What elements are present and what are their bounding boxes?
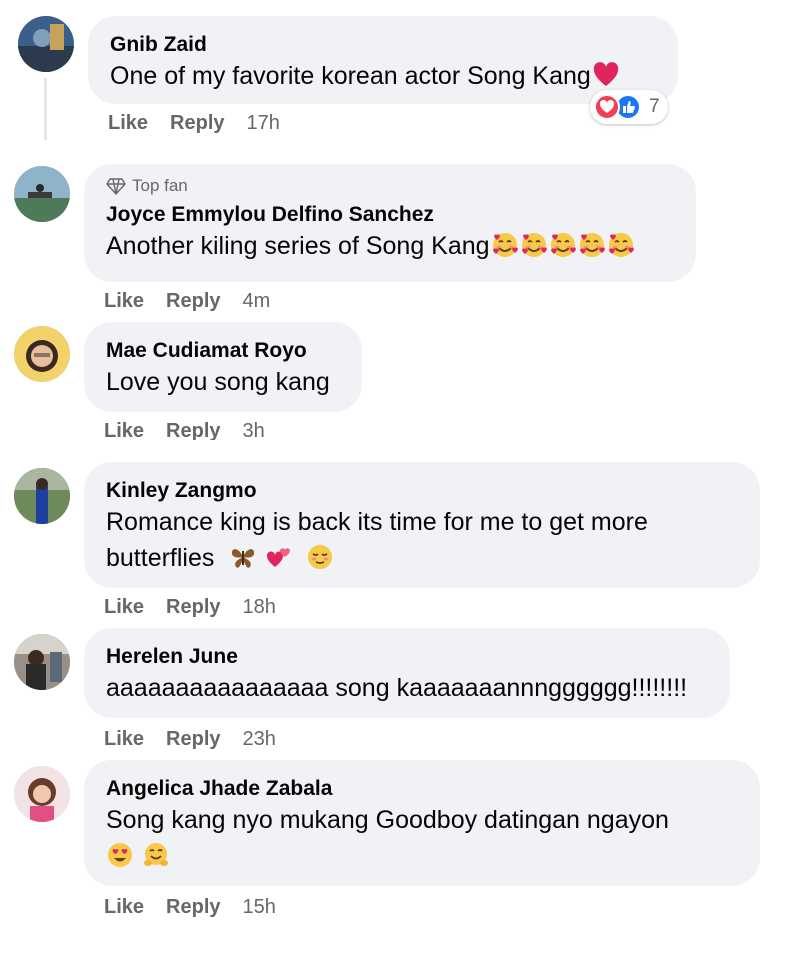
comment-timestamp[interactable]: 23h bbox=[243, 728, 276, 751]
avatar[interactable] bbox=[18, 16, 74, 72]
reply-button[interactable]: Reply bbox=[166, 420, 220, 440]
comment-bubble: Angelica Jhade Zabala Song kang nyo muka… bbox=[84, 760, 760, 886]
relieved-face-icon bbox=[308, 545, 333, 569]
comment-author[interactable]: Joyce Emmylou Delfino Sanchez bbox=[106, 202, 674, 228]
like-button[interactable]: Like bbox=[108, 112, 148, 135]
top-fan-badge: Top fan bbox=[106, 176, 674, 196]
diamond-icon bbox=[106, 178, 126, 196]
hugging-face-icon bbox=[143, 843, 168, 866]
thread-line bbox=[44, 78, 47, 140]
butterfly-icon bbox=[232, 549, 255, 568]
smiling-face-with-hearts-icon bbox=[549, 231, 577, 259]
love-icon bbox=[594, 94, 620, 120]
comment-text: Love you song kang bbox=[106, 368, 330, 396]
comment-author[interactable]: Kinley Zangmo bbox=[106, 478, 738, 504]
comment-bubble: Mae Cudiamat Royo Love you song kang bbox=[84, 322, 362, 412]
comment-actions: Like Reply 15h bbox=[104, 896, 276, 919]
comment-text: Another kiling series of Song Kang bbox=[106, 228, 674, 264]
like-button[interactable]: Like bbox=[104, 896, 144, 919]
comment-timestamp[interactable]: 15h bbox=[243, 896, 276, 919]
smiling-face-with-hearts-icon bbox=[491, 231, 519, 259]
like-button[interactable]: Like bbox=[104, 420, 144, 440]
like-button[interactable]: Like bbox=[104, 290, 144, 313]
like-button[interactable]: Like bbox=[104, 728, 144, 751]
avatar[interactable] bbox=[14, 326, 70, 382]
avatar[interactable] bbox=[14, 766, 70, 822]
reply-button[interactable]: Reply bbox=[166, 728, 220, 751]
comment-actions: Like Reply 18h bbox=[104, 596, 276, 619]
comment-bubble: Kinley Zangmo Romance king is back its t… bbox=[84, 462, 760, 588]
reply-button[interactable]: Reply bbox=[166, 596, 220, 619]
comment-timestamp[interactable]: 17h bbox=[247, 112, 280, 135]
smiling-face-with-hearts-icon bbox=[578, 231, 606, 259]
comment-bubble: Herelen June aaaaaaaaaaaaaaaa song kaaaa… bbox=[84, 628, 730, 718]
comment-text: Romance king is back its time for me to … bbox=[106, 508, 648, 536]
comment-text: One of my favorite korean actor Song Kan… bbox=[110, 58, 656, 94]
red-heart-icon bbox=[592, 61, 620, 89]
reaction-summary[interactable]: 7 bbox=[590, 90, 668, 124]
reply-button[interactable]: Reply bbox=[166, 896, 220, 919]
comment-timestamp[interactable]: 3h bbox=[243, 420, 265, 440]
comment-timestamp[interactable]: 18h bbox=[243, 596, 276, 619]
reaction-count: 7 bbox=[649, 96, 660, 117]
comment-timestamp[interactable]: 4m bbox=[243, 290, 271, 313]
comment-author[interactable]: Gnib Zaid bbox=[110, 32, 656, 58]
avatar[interactable] bbox=[14, 468, 70, 524]
comment-bubble: Gnib Zaid One of my favorite korean acto… bbox=[88, 16, 678, 104]
comment-text: Song kang nyo mukang Goodboy datingan ng… bbox=[106, 806, 669, 834]
reply-button[interactable]: Reply bbox=[170, 112, 224, 135]
avatar[interactable] bbox=[14, 166, 70, 222]
comment-emoji-line bbox=[106, 838, 738, 874]
two-hearts-icon bbox=[267, 548, 291, 567]
comment-actions: Like Reply 17h bbox=[108, 112, 280, 135]
like-button[interactable]: Like bbox=[104, 596, 144, 619]
comment-bubble: Top fan Joyce Emmylou Delfino Sanchez An… bbox=[84, 164, 696, 282]
comment-actions: Like Reply 3h bbox=[104, 420, 265, 440]
smiling-face-with-hearts-icon bbox=[520, 231, 548, 259]
smiling-face-with-hearts-icon bbox=[607, 231, 635, 259]
comment-text-continued: butterflies bbox=[106, 540, 738, 576]
comment-author[interactable]: Angelica Jhade Zabala bbox=[106, 776, 738, 802]
reply-button[interactable]: Reply bbox=[166, 290, 220, 313]
heart-eyes-face-icon bbox=[108, 843, 132, 867]
comment-text: aaaaaaaaaaaaaaaa song kaaaaaaannngggggg!… bbox=[106, 674, 688, 702]
comment-actions: Like Reply 23h bbox=[104, 728, 276, 751]
comment-author[interactable]: Herelen June bbox=[106, 644, 708, 670]
comment-actions: Like Reply 4m bbox=[104, 290, 270, 313]
avatar[interactable] bbox=[14, 634, 70, 690]
comment-author[interactable]: Mae Cudiamat Royo bbox=[106, 338, 340, 364]
